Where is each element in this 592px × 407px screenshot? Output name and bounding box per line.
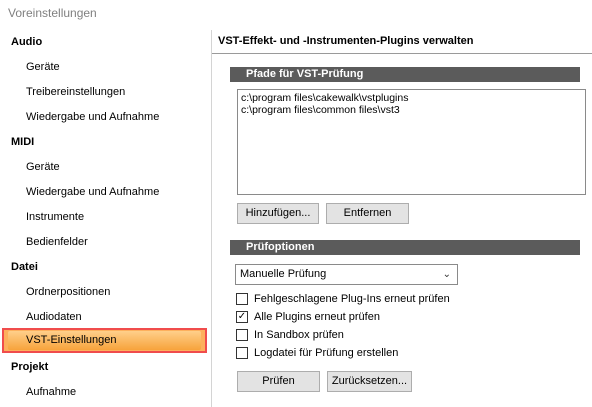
sidebar-category-audio[interactable]: Audio (0, 30, 211, 55)
sidebar-item-audio-playback-recording[interactable]: Wiedergabe und Aufnahme (0, 105, 211, 130)
sidebar-item-vst-settings[interactable]: VST-Einstellungen (2, 328, 207, 353)
page-header: VST-Effekt- und -Instrumenten-Plugins ve… (212, 30, 592, 54)
list-item[interactable]: c:\program files\common files\vst3 (241, 104, 582, 116)
preferences-sidebar: Audio Geräte Treibereinstellungen Wieder… (0, 30, 212, 407)
checkbox-label: Alle Plugins erneut prüfen (254, 311, 380, 323)
sidebar-item-driver-settings[interactable]: Treibereinstellungen (0, 80, 211, 105)
sidebar-item-recording[interactable]: Aufnahme (0, 380, 211, 405)
list-item[interactable]: c:\program files\cakewalk\vstplugins (241, 92, 582, 104)
scan-button[interactable]: Prüfen (237, 371, 320, 392)
sandbox-scan-checkbox[interactable]: In Sandbox prüfen (236, 328, 376, 344)
add-path-button[interactable]: Hinzufügen... (237, 203, 319, 224)
checkbox-label: In Sandbox prüfen (254, 329, 344, 341)
checkbox-box[interactable] (236, 329, 248, 341)
sidebar-item-audio-data[interactable]: Audiodaten (0, 305, 211, 330)
settings-panel: VST-Effekt- und -Instrumenten-Plugins ve… (212, 30, 592, 407)
rescan-failed-checkbox[interactable]: Fehlgeschlagene Plug-Ins erneut prüfen (236, 292, 476, 308)
scan-mode-value: Manuelle Prüfung (240, 268, 327, 280)
scan-log-checkbox[interactable]: Logdatei für Prüfung erstellen (236, 346, 436, 362)
remove-path-button[interactable]: Entfernen (326, 203, 409, 224)
sidebar-item-control-surfaces[interactable]: Bedienfelder (0, 230, 211, 255)
checkbox-box[interactable] (236, 293, 248, 305)
chevron-down-icon: ⌄ (442, 269, 451, 280)
vst-paths-section-header: Pfade für VST-Prüfung (230, 67, 580, 82)
rescan-all-checkbox[interactable]: ✓ Alle Plugins erneut prüfen (236, 310, 416, 326)
sidebar-category-midi[interactable]: MIDI (0, 130, 211, 155)
sidebar-item-label: VST-Einstellungen (26, 334, 117, 346)
checkbox-label: Fehlgeschlagene Plug-Ins erneut prüfen (254, 293, 450, 305)
reset-button[interactable]: Zurücksetzen... (327, 371, 412, 392)
page-title: VST-Effekt- und -Instrumenten-Plugins ve… (218, 35, 474, 47)
sidebar-item-midi-playback-recording[interactable]: Wiedergabe und Aufnahme (0, 180, 211, 205)
window-title: Voreinstellungen (8, 6, 97, 20)
sidebar-item-audio-devices[interactable]: Geräte (0, 55, 211, 80)
sidebar-item-midi-devices[interactable]: Geräte (0, 155, 211, 180)
sidebar-category-file[interactable]: Datei (0, 255, 211, 280)
sidebar-item-instruments[interactable]: Instrumente (0, 205, 211, 230)
sidebar-category-project[interactable]: Projekt (0, 355, 211, 380)
checkbox-box[interactable] (236, 347, 248, 359)
checkbox-label: Logdatei für Prüfung erstellen (254, 347, 399, 359)
scan-options-section-header: Prüfoptionen (230, 240, 580, 255)
scan-mode-dropdown[interactable]: Manuelle Prüfung ⌄ (235, 264, 458, 285)
vst-path-list[interactable]: c:\program files\cakewalk\vstplugins c:\… (237, 89, 586, 195)
title-bar: Voreinstellungen (0, 0, 592, 30)
checkbox-box[interactable]: ✓ (236, 311, 248, 323)
sidebar-item-folder-locations[interactable]: Ordnerpositionen (0, 280, 211, 305)
